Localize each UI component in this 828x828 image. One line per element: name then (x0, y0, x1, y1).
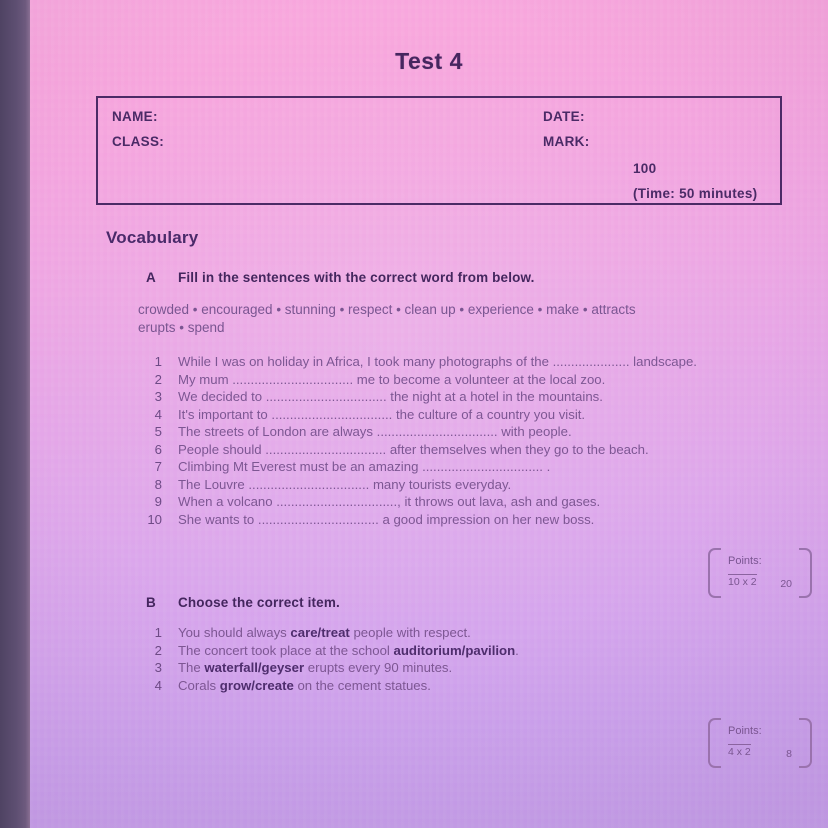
question-row: 7 Climbing Mt Everest must be an amazing … (138, 459, 828, 477)
question-text: The concert took place at the school aud… (178, 642, 519, 658)
question-number: 6 (154, 441, 162, 457)
question-row: 1 While I was on holiday in Africa, I too… (138, 354, 828, 372)
question-row: 5 The streets of London are always ......… (138, 424, 828, 442)
question-row: 9 When a volcano ........................… (138, 494, 828, 512)
question-row: 3 We decided to .........................… (138, 389, 828, 407)
word-bank: crowded • encouraged • stunning • respec… (138, 301, 798, 337)
question-row: 10 She wants to .........................… (138, 512, 828, 530)
bracket-left-icon (708, 548, 721, 598)
question-row: 6 People should .........................… (138, 442, 828, 460)
question-row: 8 The Louvre ............................… (138, 477, 828, 495)
worksheet-page: Test 4 NAME: CLASS: DATE: MARK: 100 (Tim… (30, 0, 828, 828)
answer-choice-pair: waterfall/geyser (204, 660, 305, 675)
question-number: 1 (154, 625, 162, 640)
exercise-a-letter: A (146, 270, 156, 285)
question-number: 10 (147, 511, 162, 527)
name-label: NAME: (112, 109, 158, 124)
photo-left-edge-shadow (0, 0, 30, 828)
student-info-box: NAME: CLASS: DATE: MARK: 100 (Time: 50 m… (96, 96, 782, 205)
mark-label: MARK: (543, 134, 590, 149)
answer-choice-pair: grow/create (219, 677, 294, 693)
section-heading-vocabulary: Vocabulary (106, 228, 199, 247)
points-formula: 4 x 2 (728, 744, 751, 758)
question-row: 2 My mum ................................… (138, 372, 828, 390)
points-total: 20 (780, 578, 792, 590)
question-number: 2 (154, 371, 162, 387)
question-row: 1 You should always care/treat people wit… (138, 625, 828, 643)
question-number: 8 (154, 476, 162, 492)
worksheet-photo: Test 4 NAME: CLASS: DATE: MARK: 100 (Tim… (0, 0, 828, 828)
question-number: 3 (154, 389, 162, 404)
question-number: 4 (154, 677, 162, 693)
question-number: 9 (154, 494, 162, 509)
question-text: My mum .................................… (178, 371, 606, 387)
question-text: The waterfall/geyser erupts every 90 min… (178, 660, 453, 675)
question-row: 2 The concert took place at the school au… (138, 643, 828, 661)
question-text: When a volcano .........................… (178, 494, 601, 509)
answer-choice-pair: care/treat (290, 625, 350, 640)
total-marks-value: 100 (633, 161, 657, 176)
question-number: 2 (154, 642, 162, 658)
bracket-left-icon (708, 718, 721, 768)
class-label: CLASS: (112, 134, 165, 149)
question-text: People should ..........................… (178, 441, 649, 457)
question-row: 3 The waterfall/geyser erupts every 90 mi… (138, 660, 828, 678)
answer-choice-pair: auditorium/pavilion (393, 642, 516, 658)
question-text: You should always care/treat people with… (178, 625, 471, 640)
question-text: She wants to ...........................… (178, 511, 595, 527)
question-text: The streets of London are always .......… (178, 424, 572, 439)
page-title: Test 4 (395, 48, 463, 74)
exercise-b-question-list: 1 You should always care/treat people wit… (138, 625, 828, 695)
question-text: Climbing Mt Everest must be an amazing .… (178, 459, 551, 474)
question-text: The Louvre .............................… (178, 476, 512, 492)
exercise-b-letter: B (146, 595, 156, 610)
exercise-a-question-list: 1 While I was on holiday in Africa, I too… (138, 354, 828, 529)
bracket-right-icon (799, 548, 812, 598)
points-formula: 10 x 2 (728, 574, 757, 588)
exercise-b-instruction: Choose the correct item. (178, 595, 340, 610)
question-number: 4 (154, 406, 162, 422)
points-label: Points: (728, 725, 762, 737)
question-number: 1 (154, 354, 162, 369)
question-number: 3 (154, 660, 162, 675)
question-text: It's important to ......................… (178, 406, 586, 422)
question-row: 4 Corals grow/create on the cement statue… (138, 678, 828, 696)
question-text: While I was on holiday in Africa, I took… (178, 354, 697, 369)
time-limit-note: (Time: 50 minutes) (633, 186, 758, 201)
points-label: Points: (728, 555, 762, 567)
question-row: 4 It's important to .....................… (138, 407, 828, 425)
question-text: Corals grow/create on the cement statues… (178, 677, 431, 693)
bracket-right-icon (799, 718, 812, 768)
question-text: We decided to ..........................… (178, 389, 603, 404)
points-box-exercise-a: Points: 10 x 2 20 (708, 548, 812, 598)
date-label: DATE: (543, 109, 585, 124)
word-bank-line-1: crowded • encouraged • stunning • respec… (138, 302, 636, 317)
exercise-a-instruction: Fill in the sentences with the correct w… (178, 270, 535, 285)
points-total: 8 (786, 748, 792, 760)
points-box-exercise-b: Points: 4 x 2 8 (708, 718, 812, 768)
question-number: 5 (154, 424, 162, 439)
word-bank-line-2: erupts • spend (138, 320, 225, 335)
question-number: 7 (154, 459, 162, 474)
